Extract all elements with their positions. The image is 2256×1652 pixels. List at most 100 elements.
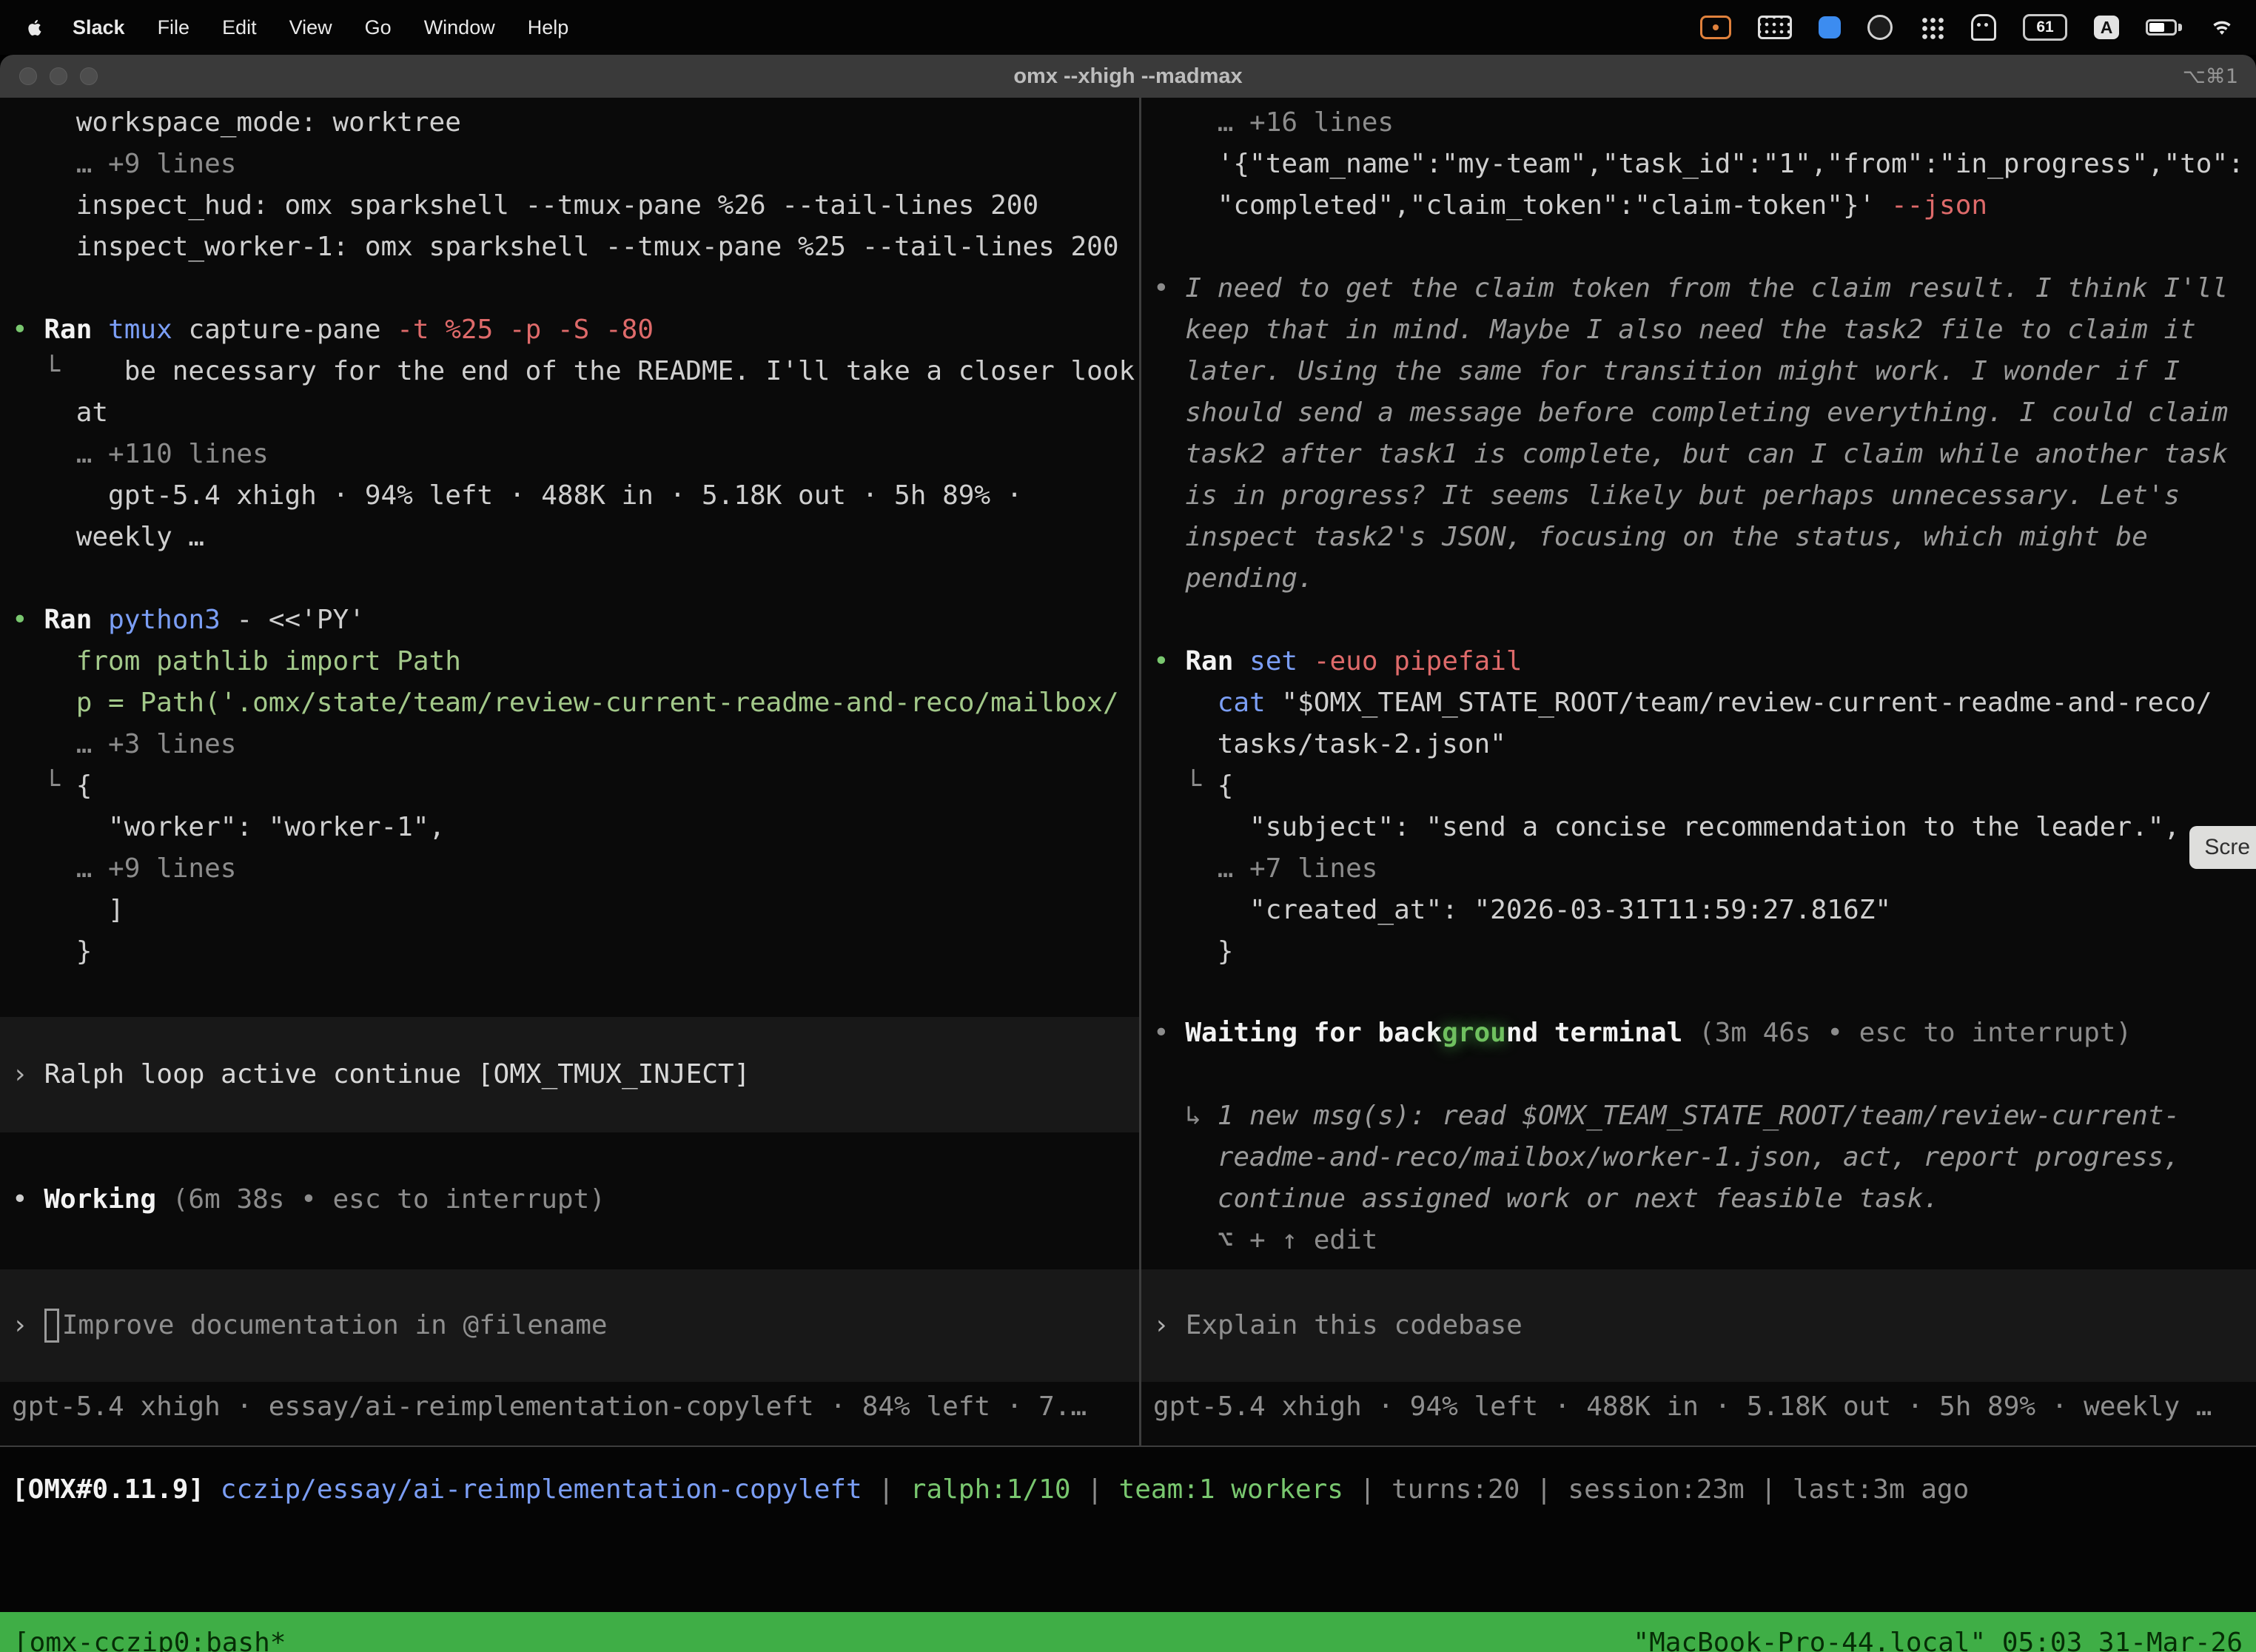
tmux-session-window: [omx-cczip0:bash*: [13, 1628, 286, 1652]
right-scrollback: … +16 lines '{"team_name":"my-team","tas…: [1153, 102, 2256, 973]
battery-body: [2146, 19, 2177, 36]
text-segment: tasks/task-2.json": [1153, 729, 1506, 759]
text-segment: weekly …: [12, 522, 204, 552]
text-segment: should send a message before completing …: [1153, 397, 2228, 428]
right-pane[interactable]: … +16 lines '{"team_name":"my-team","tas…: [1141, 98, 2256, 1446]
window-shortcut-hint: ⌥⌘1: [2183, 65, 2238, 88]
app-menu-slack[interactable]: Slack: [56, 16, 141, 39]
menu-window[interactable]: Window: [408, 16, 511, 39]
terminal-line: pending.: [1153, 558, 2256, 600]
text-segment: --json: [1891, 190, 1987, 221]
terminal-line: p = Path('.omx/state/team/review-current…: [12, 682, 1139, 724]
keyboard-icon[interactable]: [1758, 16, 1792, 39]
text-segment: (3m 46s • esc to interrupt): [1682, 1018, 2132, 1048]
text-segment: "created_at": "2026-03-31T11:59:27.816Z": [1153, 895, 1891, 925]
percentage-badge[interactable]: 61: [2023, 14, 2067, 41]
right-composer[interactable]: ›Explain this codebase: [1141, 1269, 2256, 1382]
text-segment: ⌥ + ↑ edit: [1153, 1225, 1377, 1255]
menu-bar-status-icons: 61 A: [1700, 14, 2235, 41]
text-segment: '{"team_name":"my-team","task_id":"1","f…: [1153, 149, 2244, 179]
terminal-line: └ be necessary for the end of the README…: [12, 351, 1139, 392]
terminal-line: [12, 268, 1139, 309]
text-segment: {: [76, 770, 93, 801]
left-pane[interactable]: workspace_mode: worktree … +9 lines insp…: [0, 98, 1139, 1446]
terminal-line: inspect_hud: omx sparkshell --tmux-pane …: [12, 185, 1139, 226]
text-segment: ↳: [1153, 1101, 1218, 1131]
menu-file[interactable]: File: [141, 16, 207, 39]
text-segment: [1153, 688, 1218, 718]
text-segment: •: [1153, 646, 1185, 676]
text-segment: [204, 1474, 221, 1505]
left-scrollback: workspace_mode: worktree … +9 lines insp…: [12, 102, 1139, 973]
terminal-line: └ {: [12, 765, 1139, 807]
apple-menu[interactable]: [21, 16, 56, 38]
terminal-line: workspace_mode: worktree: [12, 102, 1139, 144]
text-segment: "subject": "send a concise recommendatio…: [1153, 812, 2180, 842]
close-button[interactable]: [19, 67, 37, 85]
ghost-app-icon[interactable]: [1971, 14, 1996, 41]
text-segment: |: [1071, 1474, 1119, 1505]
dots-grid-icon[interactable]: [1919, 15, 1944, 40]
text-segment: from pathlib import Path: [12, 646, 461, 676]
text-segment: keep that in mind. Maybe I also need the…: [1153, 315, 2196, 345]
clipped-notification[interactable]: Scre: [2189, 826, 2256, 869]
text-segment: … +9 lines: [12, 149, 236, 179]
menu-edit[interactable]: Edit: [206, 16, 273, 39]
tmux-status-bar: [omx-cczip0:bash* "MacBook-Pro-44.local"…: [0, 1612, 2256, 1652]
prompt-chevron-icon: ›: [12, 1305, 28, 1346]
text-segment: (6m 38s • esc to interrupt): [156, 1184, 605, 1215]
terminal-line: "created_at": "2026-03-31T11:59:27.816Z": [1153, 890, 2256, 931]
text-segment: … +3 lines: [12, 729, 236, 759]
battery-icon[interactable]: [2146, 19, 2182, 36]
battery-nub: [2178, 24, 2182, 31]
menu-help[interactable]: Help: [511, 16, 585, 39]
terminal-line: inspect task2's JSON, focusing on the st…: [1153, 517, 2256, 558]
text-segment: [1297, 646, 1314, 676]
text-segment: └: [1153, 770, 1218, 801]
text-segment: workspace_mode: worktree: [12, 107, 461, 138]
omx-status-line: [OMX#0.11.9] cczip/essay/ai-reimplementa…: [0, 1447, 2256, 1612]
text-segment: I need to get the claim token from the c…: [1185, 273, 2228, 303]
text-segment: "$OMX_TEAM_STATE_ROOT/team/review-curren…: [1266, 688, 2212, 718]
text-segment: python3: [108, 605, 221, 635]
text-segment: Ran: [1185, 646, 1233, 676]
terminal-line: tasks/task-2.json": [1153, 724, 2256, 765]
terminal-line: should send a message before completing …: [1153, 392, 2256, 434]
input-source-icon[interactable]: A: [2094, 16, 2119, 39]
dark-circle-app-icon[interactable]: [1867, 15, 1893, 40]
minimize-button[interactable]: [50, 67, 67, 85]
text-segment: … +16 lines: [1153, 107, 1394, 138]
right-waiting-status: • Waiting for background terminal (3m 46…: [1153, 1013, 2132, 1054]
text-segment: └: [12, 770, 76, 801]
wifi-icon[interactable]: [2209, 17, 2235, 38]
terminal-line: readme-and-reco/mailbox/worker-1.json, a…: [1153, 1137, 2180, 1178]
menu-go[interactable]: Go: [349, 16, 408, 39]
text-segment: └: [12, 356, 76, 386]
screen: Slack File Edit View Go Window Help 61 A: [0, 0, 2256, 1652]
blue-app-icon[interactable]: [1819, 16, 1841, 38]
left-composer[interactable]: › Improve documentation in @filename: [0, 1269, 1139, 1382]
window-title: omx --xhigh --madmax: [1013, 64, 1242, 89]
left-injected-prompt[interactable]: ›Ralph loop active continue [OMX_TMUX_IN…: [0, 1017, 1139, 1132]
composer-placeholder: Improve documentation in @filename: [62, 1305, 608, 1346]
text-segment: |: [862, 1474, 910, 1505]
screen-recording-icon[interactable]: [1700, 16, 1731, 39]
wifi-glyph: [2209, 17, 2235, 38]
terminal-line: … +9 lines: [12, 848, 1139, 890]
menu-view[interactable]: View: [273, 16, 349, 39]
text-segment: continue assigned work or next feasible …: [1153, 1183, 1939, 1214]
text-segment: [OMX#0.11.9]: [12, 1474, 204, 1505]
terminal-line: is in progress? It seems likely but perh…: [1153, 475, 2256, 517]
text-segment: -euo pipefail: [1314, 646, 1523, 676]
text-segment: is in progress? It seems likely but perh…: [1153, 480, 2180, 511]
text-segment: … +7 lines: [1153, 853, 1377, 884]
text-segment: … +9 lines: [12, 853, 236, 884]
window-titlebar[interactable]: omx --xhigh --madmax ⌥⌘1: [0, 55, 2256, 98]
terminal: workspace_mode: worktree … +9 lines insp…: [0, 98, 2256, 1446]
terminal-line: inspect_worker-1: omx sparkshell --tmux-…: [12, 226, 1139, 268]
zoom-button[interactable]: [80, 67, 98, 85]
text-segment: Ran: [44, 315, 92, 345]
text-segment: •: [12, 605, 44, 635]
text-segment: later. Using the same for transition mig…: [1153, 356, 2180, 386]
terminal-line: … +16 lines: [1153, 102, 2256, 144]
